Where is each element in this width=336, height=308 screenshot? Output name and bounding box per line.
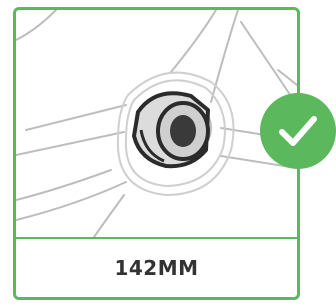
- size-option-card[interactable]: 142MM: [13, 7, 300, 300]
- checkmark-icon: [279, 116, 317, 146]
- selected-badge[interactable]: [260, 93, 336, 169]
- size-option-label: 142MM: [114, 256, 199, 280]
- bottom-bracket-spacer-illustration: [16, 10, 297, 237]
